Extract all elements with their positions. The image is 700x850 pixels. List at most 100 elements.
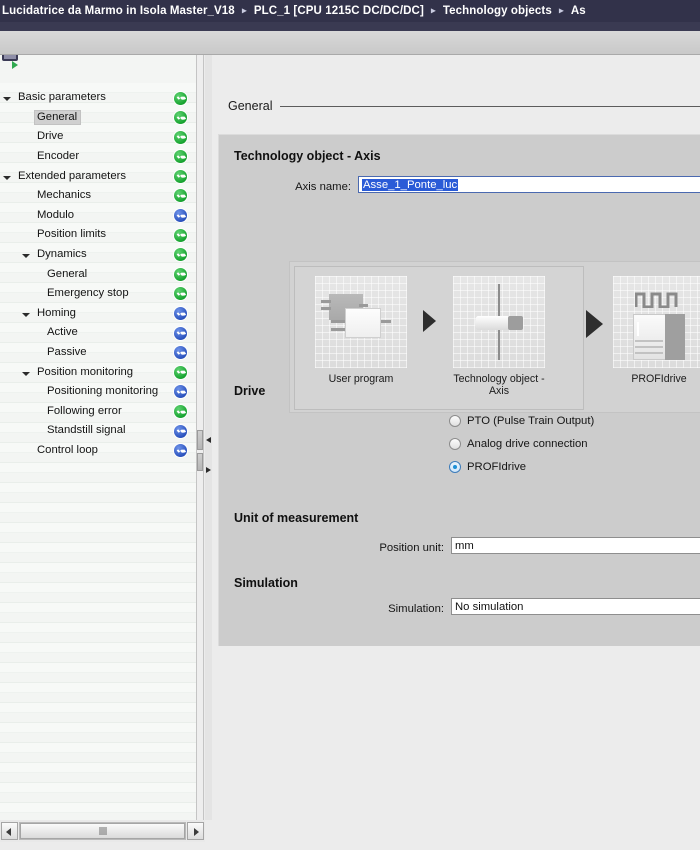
general-form-panel: Technology object - Axis Axis name: Asse… <box>218 134 700 646</box>
scrollbar-thumb[interactable] <box>20 823 185 839</box>
arrow-right-icon <box>423 310 436 332</box>
breadcrumb-item-technology-objects[interactable]: Technology objects <box>443 5 552 17</box>
scroll-left-icon[interactable] <box>1 822 18 840</box>
status-info-icon <box>174 424 187 438</box>
chevron-down-icon[interactable] <box>23 308 34 319</box>
tree-vertical-scrollbar[interactable] <box>196 55 204 820</box>
tree-item-label: Homing <box>37 306 76 319</box>
tree-item-label: Position limits <box>37 228 107 241</box>
tree-item-dynamics[interactable]: Dynamics <box>0 245 196 265</box>
tree-item-position-limits[interactable]: Position limits <box>0 225 196 245</box>
radio-label: PTO (Pulse Train Output) <box>467 415 595 427</box>
radio-profidrive[interactable]: PROFIdrive <box>449 461 526 473</box>
scrollbar-grip-icon <box>99 827 106 835</box>
tree-item-emergency-stop[interactable]: Emergency stop <box>0 284 196 304</box>
collapse-right-icon[interactable] <box>206 467 211 473</box>
collapse-left-icon[interactable] <box>206 437 211 443</box>
scroll-right-icon[interactable] <box>187 822 204 840</box>
breadcrumb-item-axis[interactable]: As <box>571 5 586 17</box>
editor-toolbar-strip <box>0 31 700 55</box>
scrollbar-track[interactable] <box>19 822 186 840</box>
group-heading-simulation: Simulation <box>234 576 298 590</box>
breadcrumb-item-project[interactable]: Lucidatrice da Marmo in Isola Master_V18 <box>0 5 235 17</box>
status-info-icon <box>174 346 187 360</box>
tree-item-encoder[interactable]: Encoder <box>0 147 196 167</box>
diagram-tile-technology-object-axis[interactable]: Technology object - Axis <box>453 276 545 397</box>
tree-item-standstill-signal[interactable]: Standstill signal <box>0 421 196 441</box>
axis-name-input[interactable]: Asse_1_Ponte_luc <box>358 176 700 193</box>
chevron-down-icon[interactable] <box>23 249 34 260</box>
chevron-down-icon[interactable] <box>4 92 15 103</box>
chevron-right-icon: ▸ <box>241 5 247 16</box>
chevron-down-icon[interactable] <box>4 171 15 182</box>
tree-item-following-error[interactable]: Following error <box>0 402 196 422</box>
chevron-right-icon: ▸ <box>430 5 436 16</box>
tree-item-label: Control loop <box>37 443 98 456</box>
tree-item-label: Dynamics <box>37 248 87 261</box>
breadcrumb-item-plc[interactable]: PLC_1 [CPU 1215C DC/DC/DC] <box>254 5 424 17</box>
status-ok-icon <box>174 248 187 262</box>
parameter-navigation-pane: Basic parameters General Drive Encoder Exten… <box>0 55 196 820</box>
radio-label: Analog drive connection <box>467 438 588 450</box>
tree-item-drive[interactable]: Drive <box>0 127 196 147</box>
tree-item-label: Encoder <box>37 150 80 163</box>
position-unit-value: mm <box>455 539 474 552</box>
tree-item-general[interactable]: General <box>0 108 196 128</box>
axis-name-label: Axis name: <box>295 181 351 193</box>
radio-analog-drive-connection[interactable]: Analog drive connection <box>449 438 588 450</box>
axis-name-value: Asse_1_Ponte_luc <box>362 178 459 191</box>
tree-scroll-thumb-lower[interactable] <box>197 453 203 471</box>
tree-item-label: Modulo <box>37 208 75 221</box>
status-info-icon <box>174 444 187 458</box>
tree-item-label: General <box>34 109 82 125</box>
status-ok-icon <box>174 130 187 144</box>
tree-item-extended-parameters[interactable]: Extended parameters <box>0 166 196 186</box>
tree-item-control-loop[interactable]: Control loop <box>0 441 196 461</box>
tree-horizontal-scrollbar[interactable] <box>0 820 205 842</box>
group-heading-drive: Drive <box>234 384 266 398</box>
chevron-down-icon[interactable] <box>23 367 34 378</box>
tree-item-label: Extended parameters <box>18 169 127 182</box>
tree-scroll-thumb-upper[interactable] <box>197 430 203 450</box>
tree-item-basic-parameters[interactable]: Basic parameters <box>0 88 196 108</box>
simulation-value: No simulation <box>455 600 524 613</box>
group-heading-unit-of-measurement: Unit of measurement <box>234 511 359 525</box>
radio-button-circle[interactable] <box>449 415 461 427</box>
tree-item-position-monitoring[interactable]: Position monitoring <box>0 362 196 382</box>
tree-item-active[interactable]: Active <box>0 323 196 343</box>
user-program-icon <box>315 276 407 368</box>
position-unit-select[interactable]: mm <box>451 537 700 554</box>
simulation-select[interactable]: No simulation <box>451 598 700 615</box>
tree-item-positioning-monitoring[interactable]: Positioning monitoring <box>0 382 196 402</box>
page-title: General <box>228 99 273 113</box>
tree-item-mechanics[interactable]: Mechanics <box>0 186 196 206</box>
radio-pto[interactable]: PTO (Pulse Train Output) <box>449 415 594 427</box>
parameter-tree: Basic parameters General Drive Encoder Exten… <box>0 88 196 460</box>
radio-button-circle[interactable] <box>449 438 461 450</box>
diagram-tile-user-program[interactable]: User program <box>315 276 407 385</box>
tree-item-general[interactable]: General <box>0 264 196 284</box>
tree-item-label: Basic parameters <box>18 91 106 104</box>
status-ok-icon <box>174 405 187 418</box>
tree-item-modulo[interactable]: Modulo <box>0 206 196 226</box>
tree-item-homing[interactable]: Homing <box>0 304 196 324</box>
pane-splitter[interactable] <box>205 55 212 820</box>
status-ok-icon <box>174 365 187 379</box>
radio-button-circle-selected[interactable] <box>449 461 461 473</box>
parameter-view-icon[interactable] <box>12 61 18 69</box>
tree-item-label: Standstill signal <box>47 424 126 437</box>
diagram-tile-profidrive[interactable]: PROFIdrive <box>613 276 700 385</box>
pane-title-row: General <box>228 99 700 113</box>
chevron-right-icon: ▸ <box>558 5 564 16</box>
tree-item-passive[interactable]: Passive <box>0 343 196 363</box>
status-ok-icon <box>174 111 187 125</box>
